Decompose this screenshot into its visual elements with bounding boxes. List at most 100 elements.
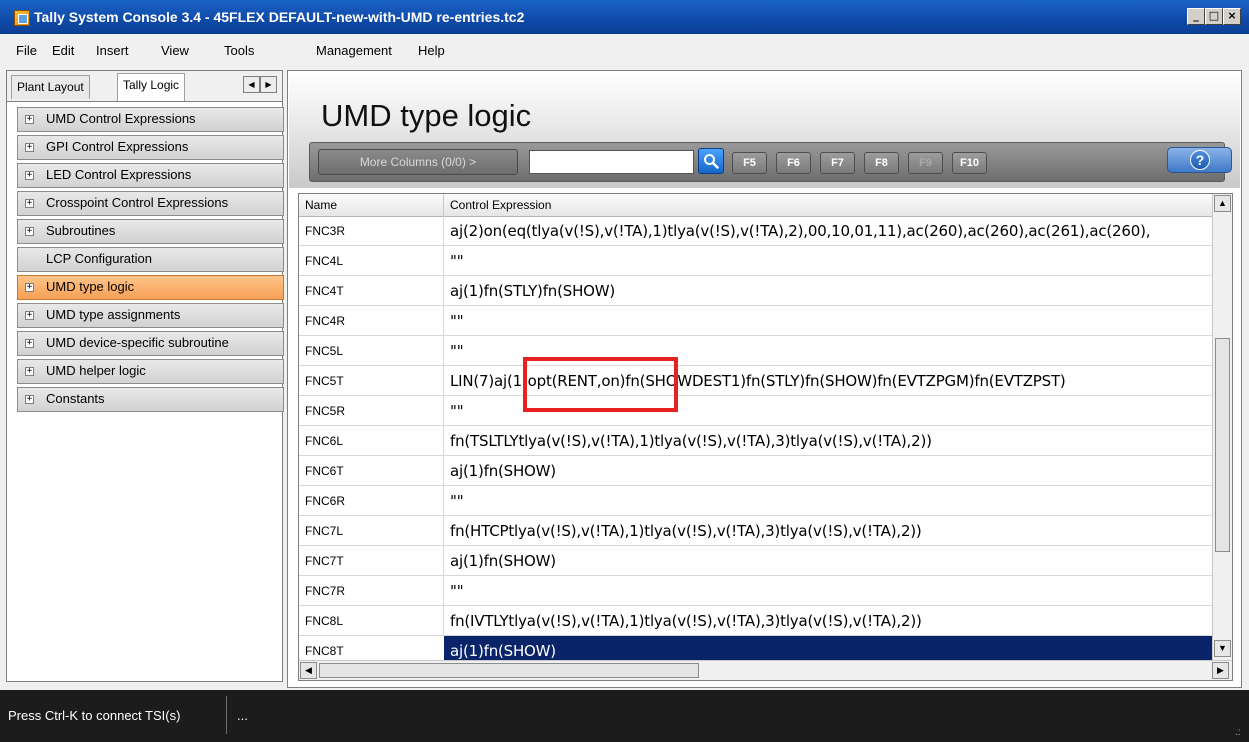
- tree-item-umd-type-assignments[interactable]: + UMD type assignments: [17, 303, 284, 328]
- row-expression[interactable]: aj(1)fn(SHOW): [450, 462, 556, 480]
- maximize-button[interactable]: □: [1205, 8, 1223, 25]
- expand-icon[interactable]: +: [25, 339, 34, 348]
- table-row[interactable]: FNC5R "": [299, 396, 1212, 426]
- cell-divider: [443, 276, 444, 306]
- tree-item-crosspoint-control-expressions[interactable]: + Crosspoint Control Expressions: [17, 191, 284, 216]
- f7-button[interactable]: F7: [820, 152, 855, 174]
- cell-divider: [443, 546, 444, 576]
- expand-icon[interactable]: +: [25, 115, 34, 124]
- expand-icon[interactable]: +: [25, 199, 34, 208]
- close-button[interactable]: ×: [1223, 8, 1241, 25]
- scroll-right-icon[interactable]: ▶: [1212, 662, 1229, 679]
- expand-icon[interactable]: +: [25, 143, 34, 152]
- expand-icon[interactable]: +: [25, 227, 34, 236]
- row-expression[interactable]: aj(1)fn(SHOW): [450, 642, 556, 660]
- f9-button[interactable]: F9: [908, 152, 943, 174]
- tab-scroll-right-icon[interactable]: ▶: [260, 76, 277, 93]
- row-expression[interactable]: "": [450, 252, 464, 270]
- table-row[interactable]: FNC7L fn(HTCPtlya(v(!S),v(!TA),1)tlya(v(…: [299, 516, 1212, 546]
- table-row[interactable]: FNC6T aj(1)fn(SHOW): [299, 456, 1212, 486]
- expand-icon[interactable]: +: [25, 171, 34, 180]
- table-row[interactable]: FNC4T aj(1)fn(STLY)fn(SHOW): [299, 276, 1212, 306]
- menu-management[interactable]: Management: [316, 43, 392, 58]
- row-expression[interactable]: fn(IVTLYtlya(v(!S),v(!TA),1)tlya(v(!S),v…: [450, 612, 922, 630]
- expand-icon[interactable]: +: [25, 367, 34, 376]
- expand-icon[interactable]: +: [25, 395, 34, 404]
- f6-button[interactable]: F6: [776, 152, 811, 174]
- table-row[interactable]: FNC5T LIN(7)aj(1)opt(RENT,on)fn(SHOWDEST…: [299, 366, 1212, 396]
- row-expression[interactable]: "": [450, 402, 464, 420]
- minimize-button[interactable]: _: [1187, 8, 1205, 25]
- table-row[interactable]: FNC4R "": [299, 306, 1212, 336]
- window-title: Tally System Console 3.4 - 45FLEX DEFAUL…: [34, 9, 525, 25]
- grid-header: Name Control Expression: [299, 194, 1212, 217]
- f8-button[interactable]: F8: [864, 152, 899, 174]
- menu-insert[interactable]: Insert: [96, 43, 129, 58]
- scroll-up-icon[interactable]: ▲: [1214, 195, 1231, 212]
- menu-file[interactable]: File: [16, 43, 37, 58]
- tab-plant-layout[interactable]: Plant Layout: [11, 75, 90, 99]
- menu-tools[interactable]: Tools: [224, 43, 254, 58]
- tree-item-label: UMD device-specific subroutine: [46, 335, 229, 350]
- vertical-scrollbar[interactable]: ▲ ▼: [1212, 194, 1232, 660]
- table-row[interactable]: FNC5L "": [299, 336, 1212, 366]
- row-expression[interactable]: fn(TSLTLYtlya(v(!S),v(!TA),1)tlya(v(!S),…: [450, 432, 932, 450]
- cell-divider: [443, 516, 444, 546]
- row-name: FNC6L: [305, 434, 344, 448]
- row-expression[interactable]: aj(2)on(eq(tlya(v(!S),v(!TA),1)tlya(v(!S…: [450, 222, 1150, 240]
- table-row[interactable]: FNC7R "": [299, 576, 1212, 606]
- menu-help[interactable]: Help: [418, 43, 445, 58]
- tree-item-subroutines[interactable]: + Subroutines: [17, 219, 284, 244]
- window-controls: _ □ ×: [1187, 8, 1241, 25]
- navigation-panel: Plant Layout Tally Logic ◀ ▶ + UMD Contr…: [6, 70, 284, 682]
- tree-item-umd-helper-logic[interactable]: + UMD helper logic: [17, 359, 284, 384]
- row-expression[interactable]: "": [450, 342, 464, 360]
- scroll-down-icon[interactable]: ▼: [1214, 640, 1231, 657]
- tree-item-led-control-expressions[interactable]: + LED Control Expressions: [17, 163, 284, 188]
- table-row[interactable]: FNC6L fn(TSLTLYtlya(v(!S),v(!TA),1)tlya(…: [299, 426, 1212, 456]
- more-columns-button[interactable]: More Columns (0/0) >: [318, 149, 518, 175]
- expand-icon[interactable]: +: [25, 283, 34, 292]
- horizontal-scroll-thumb[interactable]: [319, 663, 699, 678]
- search-button[interactable]: [698, 148, 724, 174]
- tab-scroll-arrows: ◀ ▶: [243, 76, 277, 93]
- row-expression[interactable]: aj(1)fn(SHOW): [450, 552, 556, 570]
- row-expression[interactable]: fn(HTCPtlya(v(!S),v(!TA),1)tlya(v(!S),v(…: [450, 522, 922, 540]
- resize-grip-icon[interactable]: .:: [1235, 728, 1245, 738]
- menu-edit[interactable]: Edit: [52, 43, 74, 58]
- column-divider[interactable]: [443, 194, 444, 216]
- tree-item-umd-control-expressions[interactable]: + UMD Control Expressions: [17, 107, 284, 132]
- table-row[interactable]: FNC4L "": [299, 246, 1212, 276]
- tree-item-lcp-configuration[interactable]: LCP Configuration: [17, 247, 284, 272]
- vertical-scroll-thumb[interactable]: [1215, 338, 1230, 552]
- horizontal-scrollbar[interactable]: ◀ ▶: [299, 660, 1232, 680]
- table-row[interactable]: FNC3R aj(2)on(eq(tlya(v(!S),v(!TA),1)tly…: [299, 216, 1212, 246]
- tab-scroll-left-icon[interactable]: ◀: [243, 76, 260, 93]
- tree-item-umd-device-specific-subroutine[interactable]: + UMD device-specific subroutine: [17, 331, 284, 356]
- menu-view[interactable]: View: [161, 43, 189, 58]
- tree-item-gpi-control-expressions[interactable]: + GPI Control Expressions: [17, 135, 284, 160]
- row-expression[interactable]: "": [450, 492, 464, 510]
- tab-tally-logic[interactable]: Tally Logic: [117, 73, 186, 101]
- help-button[interactable]: ?: [1167, 147, 1232, 173]
- row-expression[interactable]: LIN(7)aj(1)opt(RENT,on)fn(SHOWDEST1)fn(S…: [450, 372, 1066, 390]
- scroll-left-icon[interactable]: ◀: [300, 662, 317, 679]
- column-header-name[interactable]: Name: [305, 198, 337, 212]
- row-name: FNC4R: [305, 314, 346, 328]
- tree-item-constants[interactable]: + Constants: [17, 387, 284, 412]
- row-expression[interactable]: "": [450, 582, 464, 600]
- tree-item-label: UMD helper logic: [46, 363, 146, 378]
- column-header-control-expression[interactable]: Control Expression: [450, 198, 551, 212]
- search-input[interactable]: [529, 150, 694, 174]
- cell-divider: [443, 486, 444, 516]
- f10-button[interactable]: F10: [952, 152, 987, 174]
- table-row[interactable]: FNC6R "": [299, 486, 1212, 516]
- tree-item-umd-type-logic[interactable]: + UMD type logic: [17, 275, 284, 300]
- row-expression[interactable]: aj(1)fn(STLY)fn(SHOW): [450, 282, 615, 300]
- expand-icon[interactable]: +: [25, 311, 34, 320]
- row-expression[interactable]: "": [450, 312, 464, 330]
- table-row[interactable]: FNC8L fn(IVTLYtlya(v(!S),v(!TA),1)tlya(v…: [299, 606, 1212, 636]
- table-row[interactable]: FNC7T aj(1)fn(SHOW): [299, 546, 1212, 576]
- title-bar[interactable]: Tally System Console 3.4 - 45FLEX DEFAUL…: [0, 0, 1249, 34]
- f5-button[interactable]: F5: [732, 152, 767, 174]
